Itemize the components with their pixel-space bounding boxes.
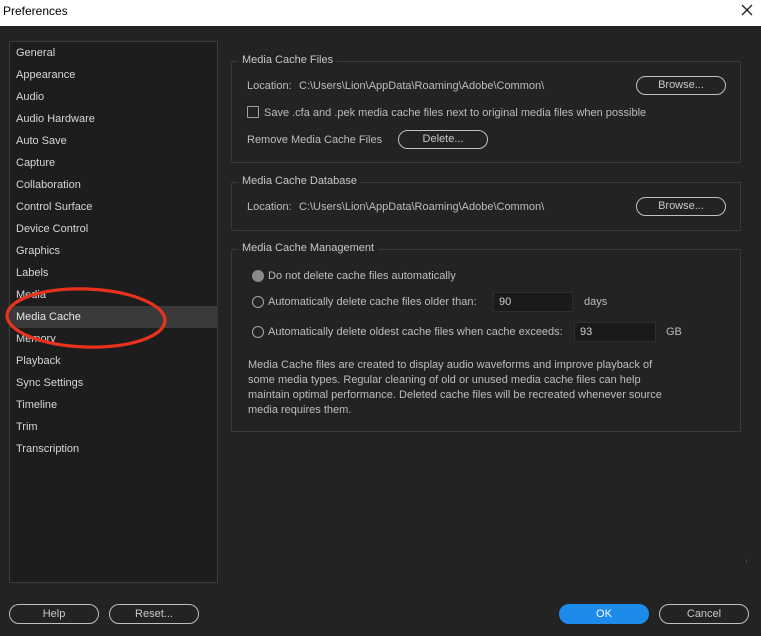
section-title: Media Cache Management — [238, 242, 379, 254]
sidebar-item-trim[interactable]: Trim — [10, 416, 217, 438]
media-cache-management-section: Media Cache Management Do not delete cac… — [231, 242, 741, 432]
section-title: Media Cache Database — [238, 175, 361, 187]
sidebar-item-sync-settings[interactable]: Sync Settings — [10, 372, 217, 394]
highlight-circle-annotation — [5, 287, 167, 349]
sidebar-item-appearance[interactable]: Appearance — [10, 64, 217, 86]
delete-older-than-radio[interactable] — [252, 296, 264, 308]
checkbox-label: Save .cfa and .pek media cache files nex… — [264, 107, 647, 119]
section-title: Media Cache Files — [238, 54, 338, 66]
sidebar-item-capture[interactable]: Capture — [10, 152, 217, 174]
title-bar: Preferences — [0, 0, 761, 26]
media-cache-description: Media Cache files are created to display… — [248, 359, 662, 416]
delete-button[interactable]: Delete... — [398, 130, 488, 149]
bitgraph-watermark-logo: بیت گرف — [744, 527, 747, 579]
browse-button[interactable]: Browse... — [636, 197, 726, 216]
media-cache-files-section: Media Cache Files Location: C:\Users\Lio… — [231, 54, 741, 163]
do-not-delete-radio[interactable] — [252, 270, 264, 282]
media-cache-database-section: Media Cache Database Location: C:\Users\… — [231, 175, 741, 231]
radio-label: Automatically delete oldest cache files … — [268, 326, 563, 338]
sidebar-item-collaboration[interactable]: Collaboration — [10, 174, 217, 196]
sidebar-item-device-control[interactable]: Device Control — [10, 218, 217, 240]
sidebar-item-control-surface[interactable]: Control Surface — [10, 196, 217, 218]
svg-text:بیت گرف: بیت گرف — [744, 527, 747, 579]
sidebar-item-auto-save[interactable]: Auto Save — [10, 130, 217, 152]
sidebar-item-audio[interactable]: Audio — [10, 86, 217, 108]
delete-oldest-radio[interactable] — [252, 326, 264, 338]
gb-unit: GB — [666, 326, 682, 338]
sidebar-item-audio-hardware[interactable]: Audio Hardware — [10, 108, 217, 130]
location-path: C:\Users\Lion\AppData\Roaming\Adobe\Comm… — [299, 80, 545, 92]
days-input[interactable]: 90 — [493, 292, 573, 312]
days-unit: days — [584, 296, 608, 308]
cancel-button[interactable]: Cancel — [659, 604, 749, 624]
sidebar-item-graphics[interactable]: Graphics — [10, 240, 217, 262]
location-label: Location: — [247, 80, 292, 92]
window-title: Preferences — [3, 4, 68, 18]
location-label: Location: — [247, 201, 292, 213]
ok-button[interactable]: OK — [559, 604, 649, 624]
reset-button[interactable]: Reset... — [109, 604, 199, 624]
radio-label: Automatically delete cache files older t… — [268, 296, 477, 308]
cache-size-input[interactable]: 93 — [574, 322, 656, 342]
remove-cache-label: Remove Media Cache Files — [247, 134, 383, 146]
sidebar-item-transcription[interactable]: Transcription — [10, 438, 217, 460]
close-icon[interactable] — [739, 2, 755, 18]
sidebar-item-timeline[interactable]: Timeline — [10, 394, 217, 416]
browse-button[interactable]: Browse... — [636, 76, 726, 95]
location-path: C:\Users\Lion\AppData\Roaming\Adobe\Comm… — [299, 201, 545, 213]
save-cache-next-to-media-checkbox[interactable] — [247, 106, 259, 118]
radio-label: Do not delete cache files automatically — [268, 270, 456, 282]
sidebar-item-general[interactable]: General — [10, 42, 217, 64]
help-button[interactable]: Help — [9, 604, 99, 624]
